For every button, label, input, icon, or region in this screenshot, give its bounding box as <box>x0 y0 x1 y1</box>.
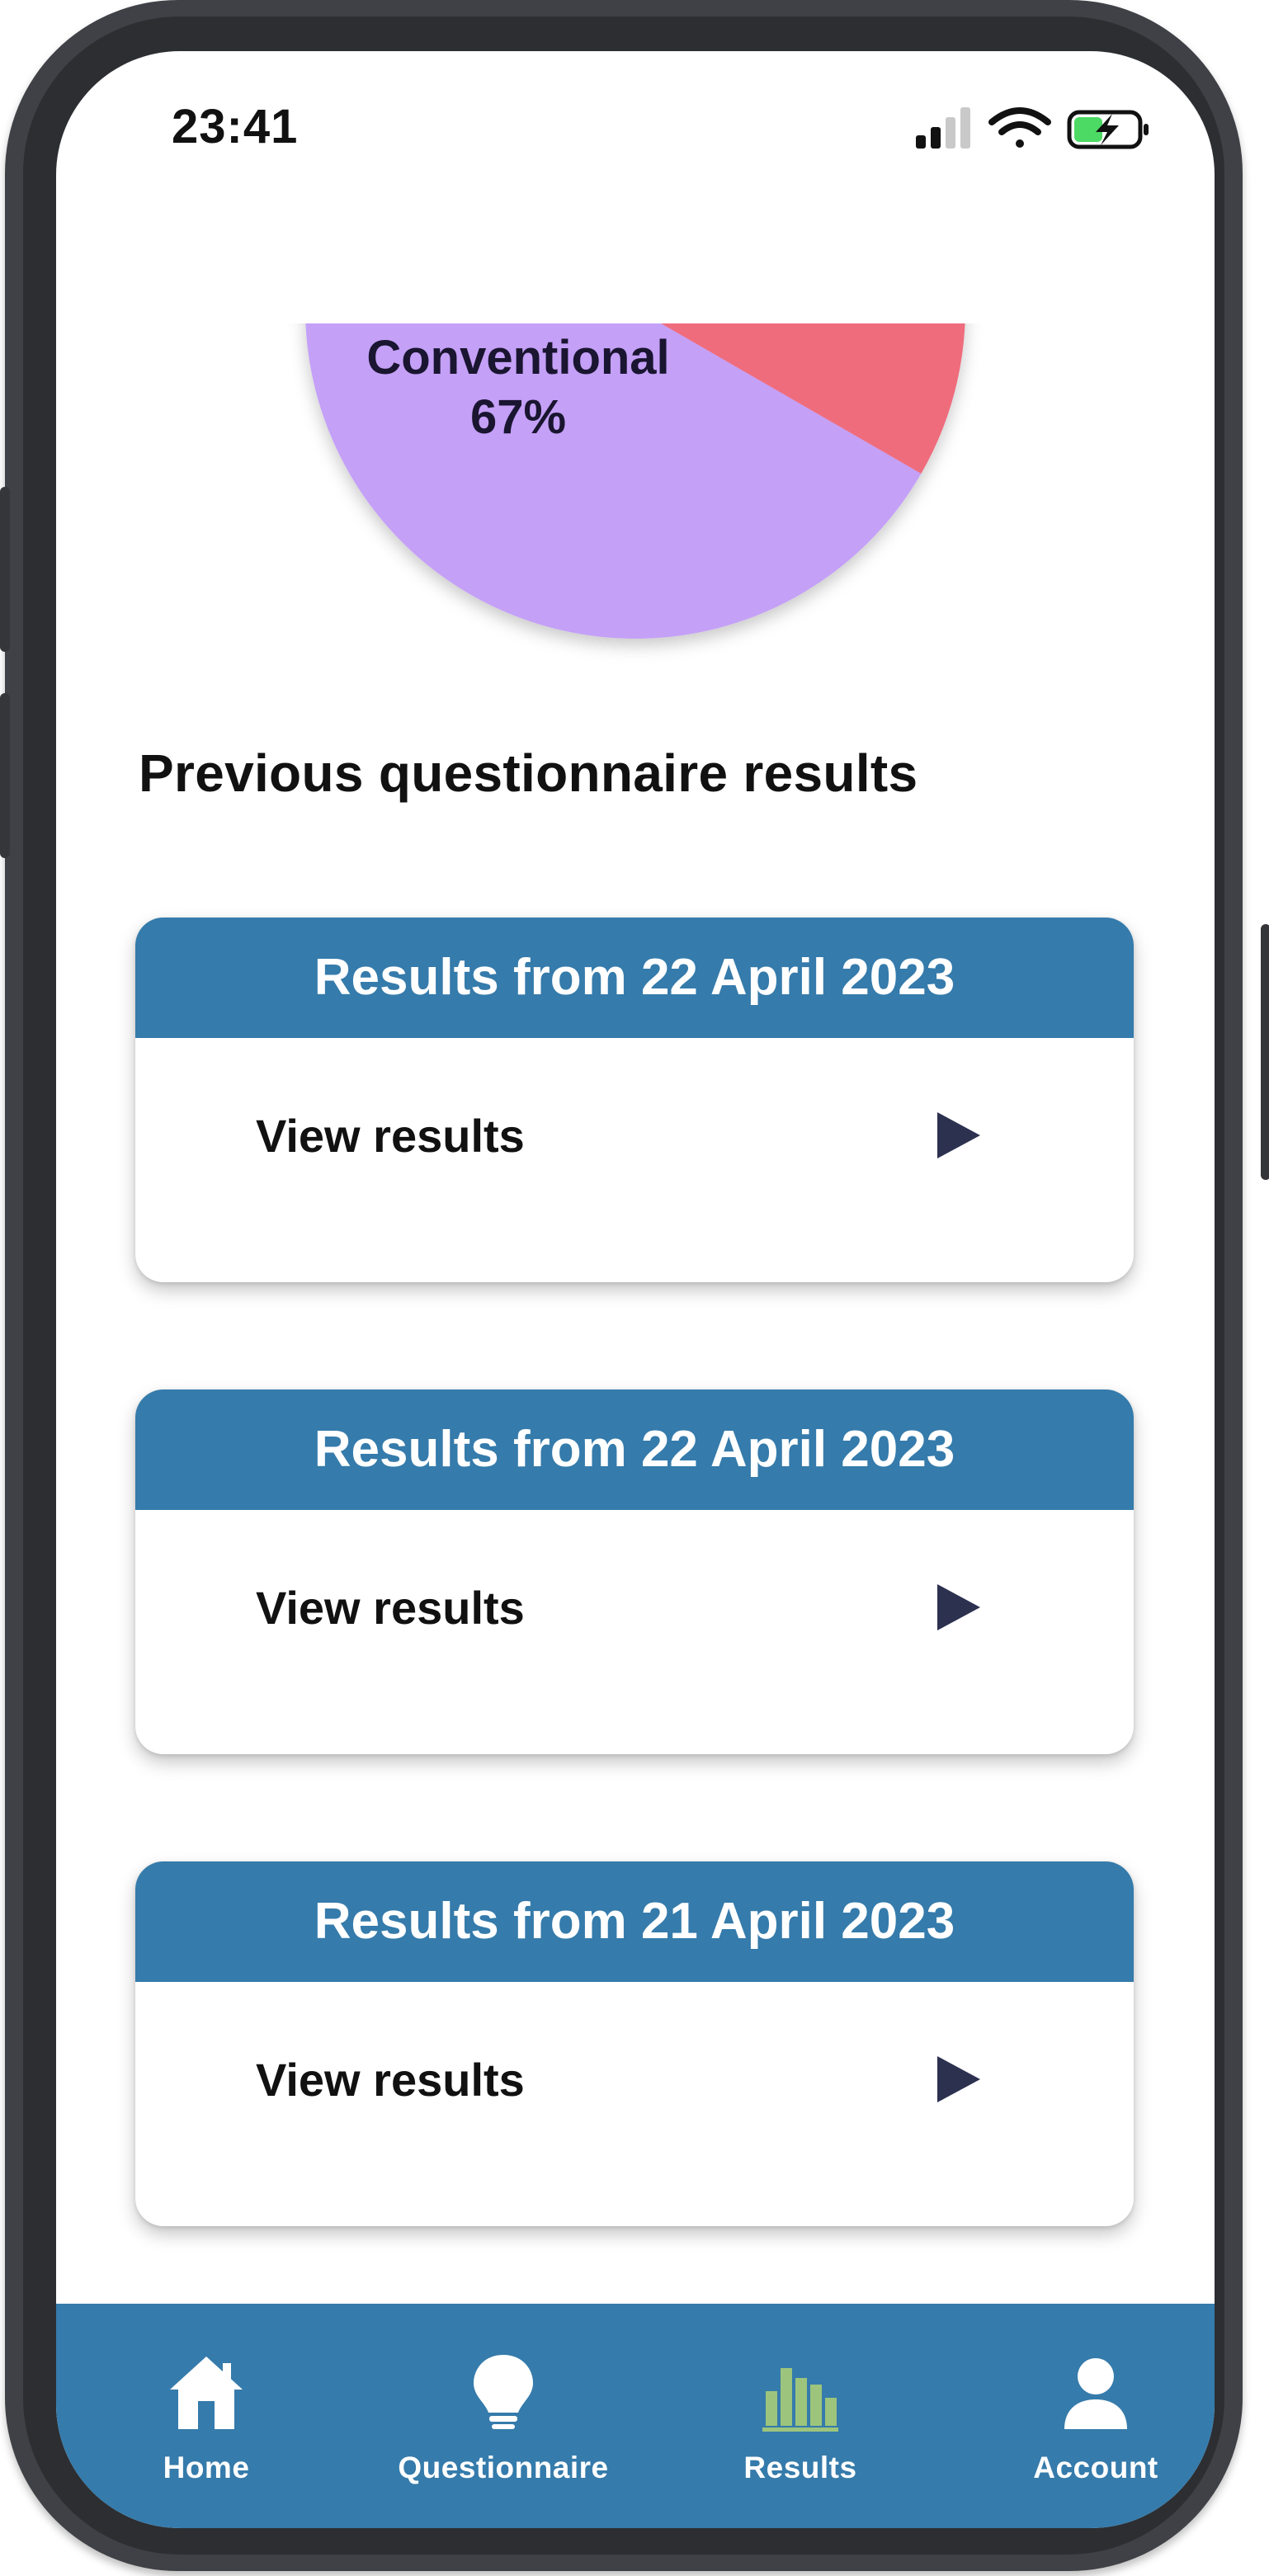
pie-chart: Conventional 67% <box>56 323 1215 703</box>
tab-questionnaire[interactable]: Questionnaire <box>380 2304 627 2528</box>
pie-label: Conventional 67% <box>304 328 733 447</box>
view-results-link[interactable]: View results <box>256 2053 525 2107</box>
side-button-left-top <box>0 487 10 652</box>
result-card-title: Results from 22 April 2023 <box>135 918 1134 1038</box>
tab-home[interactable]: Home <box>83 2304 330 2528</box>
side-button-left-bottom <box>0 693 10 858</box>
wifi-icon <box>988 107 1051 148</box>
signal-icon <box>916 107 970 149</box>
tab-questionnaire-label: Questionnaire <box>398 2451 609 2484</box>
play-arrow-icon[interactable] <box>934 1109 984 1162</box>
battery-icon <box>1067 110 1149 149</box>
status-icons <box>916 107 1149 149</box>
play-arrow-icon[interactable] <box>934 1581 984 1634</box>
result-card-body: View results <box>135 1038 1134 1282</box>
side-button-right <box>1261 924 1269 1180</box>
status-bar: 23:41 <box>56 51 1215 216</box>
result-card-title: Results from 22 April 2023 <box>135 1389 1134 1510</box>
result-card-body: View results <box>135 1510 1134 1754</box>
section-title: Previous questionnaire results <box>139 743 918 803</box>
result-card-title: Results from 21 April 2023 <box>135 1861 1134 1982</box>
view-results-link[interactable]: View results <box>256 1581 525 1635</box>
result-card[interactable]: Results from 21 April 2023 View results <box>135 1861 1134 2226</box>
tab-results-label: Results <box>743 2451 857 2484</box>
tab-bar: Home Questionnaire Results Account <box>56 2304 1215 2528</box>
person-icon <box>1064 2358 1127 2429</box>
app-screen: 23:41 Conventional 67% Previous question… <box>56 51 1215 2528</box>
home-icon <box>170 2357 243 2429</box>
result-card[interactable]: Results from 22 April 2023 View results <box>135 1389 1134 1754</box>
result-card[interactable]: Results from 22 April 2023 View results <box>135 918 1134 1282</box>
tab-account[interactable]: Account <box>972 2304 1215 2528</box>
pie-label-percent: 67% <box>469 390 567 444</box>
view-results-link[interactable]: View results <box>256 1109 525 1163</box>
tab-results[interactable]: Results <box>677 2304 924 2528</box>
tab-home-label: Home <box>163 2451 250 2484</box>
pie-label-name: Conventional <box>366 331 670 385</box>
tab-account-label: Account <box>1033 2451 1158 2484</box>
lightbulb-icon <box>474 2355 533 2429</box>
bar-chart-icon <box>762 2368 838 2432</box>
play-arrow-icon[interactable] <box>934 2053 984 2106</box>
result-card-body: View results <box>135 1982 1134 2226</box>
status-time: 23:41 <box>172 100 299 153</box>
